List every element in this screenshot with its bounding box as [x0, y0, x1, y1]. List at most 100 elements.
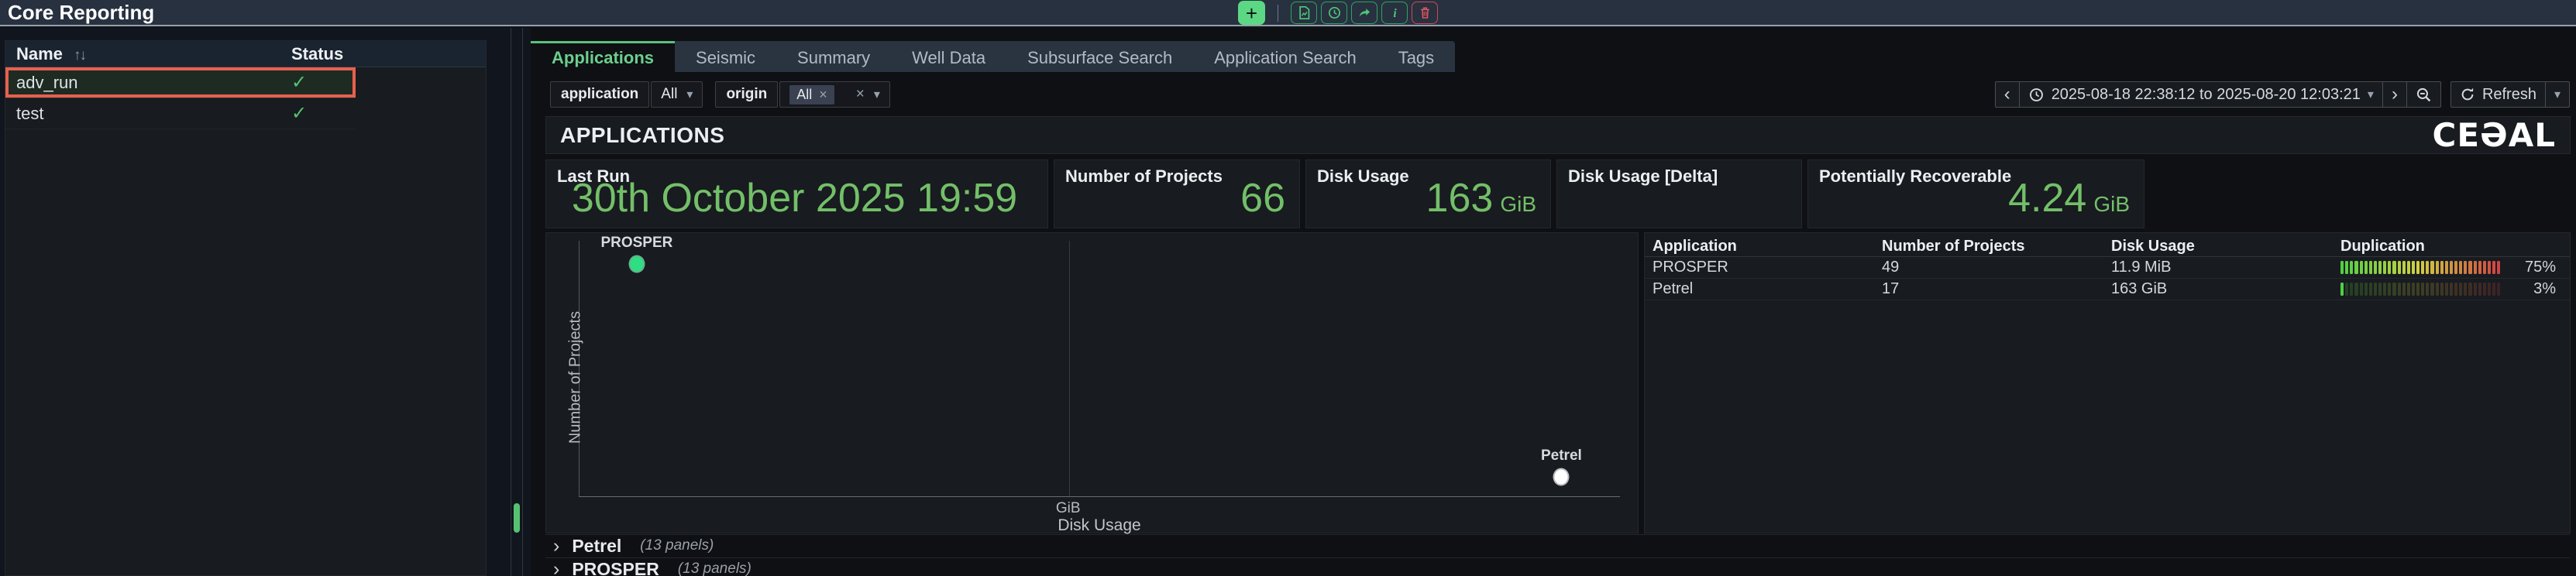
schedule-icon	[1327, 5, 1342, 20]
applications-title-panel: APPLICATIONS CEƏAL	[545, 116, 2571, 154]
gauge-segment	[2374, 261, 2377, 274]
cell-number-of-projects: 49	[1882, 259, 2111, 276]
gauge-segment	[2430, 283, 2433, 296]
collapsed-row-title: PROSPER	[572, 559, 659, 576]
gauge-segment	[2388, 283, 2391, 296]
time-range-forward-button[interactable]: ›	[2382, 81, 2407, 108]
column-header-status[interactable]: Status	[291, 44, 345, 64]
stat-panel-1: Number of Projects66	[1054, 159, 1300, 228]
stat-panel-2: Disk Usage163GiB	[1305, 159, 1551, 228]
cell-number-of-projects: 17	[1882, 280, 2111, 298]
remove-tag-icon[interactable]: ×	[819, 87, 827, 103]
filter-origin-tag[interactable]: All ×	[789, 85, 834, 105]
zoom-out-icon	[2416, 87, 2432, 103]
gauge-segment	[2369, 283, 2372, 296]
gauge-segment	[2468, 261, 2471, 274]
cell-duplication: 75%	[2340, 259, 2562, 276]
time-controls: ‹ 2025-08-18 22:38:12 to 2025-08-20 12:0…	[1995, 81, 2570, 108]
gauge-segment	[2421, 261, 2424, 274]
share-button[interactable]	[1351, 2, 1377, 24]
tab-applications[interactable]: Applications	[531, 41, 675, 72]
gauge-segment	[2454, 261, 2457, 274]
gauge-segment	[2345, 283, 2348, 296]
gauge-segment	[2412, 261, 2415, 274]
report-row-test[interactable]: test✓	[5, 98, 356, 129]
stat-panel-3: Disk Usage [Delta]	[1556, 159, 1802, 228]
refresh-button[interactable]: Refresh	[2450, 81, 2546, 108]
duplication-gauge	[2340, 283, 2500, 296]
info-button[interactable]: i	[1381, 2, 1408, 24]
gauge-segment	[2421, 283, 2424, 296]
sort-icon[interactable]: ↑↓	[74, 47, 85, 63]
tab-subsurface-search[interactable]: Subsurface Search	[1006, 41, 1193, 72]
tab-summary[interactable]: Summary	[776, 41, 891, 72]
stats-row: Last Run30th October 2025 19:59Number of…	[545, 159, 2144, 228]
refresh-interval-button[interactable]: ▾	[2545, 81, 2570, 108]
column-header-name[interactable]: Name ↑↓	[16, 44, 291, 64]
chevron-down-icon: ▾	[874, 87, 880, 102]
gauge-segment	[2497, 261, 2500, 274]
gauge-segment	[2440, 261, 2444, 274]
gauge-segment	[2398, 261, 2401, 274]
report-list-rows: adv_run✓test✓	[5, 67, 486, 129]
clear-all-icon[interactable]: ×	[856, 86, 865, 103]
scatter-point-label: PROSPER	[600, 235, 672, 252]
header-action-buttons: i	[1291, 2, 1438, 24]
delete-button[interactable]	[1412, 2, 1438, 24]
gauge-segment	[2483, 261, 2486, 274]
scatter-point-prosper[interactable]	[628, 255, 645, 273]
report-icon	[1297, 5, 1312, 20]
collapsed-row-title: Petrel	[572, 536, 621, 557]
gauge-segment	[2468, 283, 2471, 296]
collapsed-row-prosper[interactable]: ›PROSPER(13 panels)	[545, 557, 2570, 576]
report-row-adv_run[interactable]: adv_run✓	[5, 67, 356, 98]
applications-table-rows: PROSPER4911.9 MiB75%Petrel17163 GiB3%	[1645, 257, 2570, 300]
gauge-segment	[2392, 261, 2395, 274]
gauge-segment	[2412, 283, 2415, 296]
applications-table-header: ApplicationNumber of ProjectsDisk UsageD…	[1645, 236, 2570, 257]
applications-table-panel: ApplicationNumber of ProjectsDisk UsageD…	[1644, 232, 2571, 533]
splitter-track-right	[522, 28, 523, 576]
schedule-button[interactable]	[1321, 2, 1347, 24]
tab-seismic[interactable]: Seismic	[675, 41, 776, 72]
report-button[interactable]	[1291, 2, 1317, 24]
filter-origin-select[interactable]: All × × ▾	[779, 81, 890, 108]
gauge-segment	[2378, 283, 2382, 296]
delete-icon	[1418, 5, 1432, 20]
cell-application: PROSPER	[1653, 259, 1882, 276]
gauge-segment	[2459, 283, 2462, 296]
panel-title: APPLICATIONS	[560, 123, 724, 148]
time-range-back-button[interactable]: ‹	[1995, 81, 2020, 108]
filter-application-select[interactable]: All ▾	[651, 81, 703, 108]
gauge-segment	[2350, 261, 2353, 274]
app-header: Core Reporting + i	[0, 0, 2576, 26]
stat-number: 4.24	[2008, 176, 2086, 221]
gauge-segment	[2374, 283, 2377, 296]
gauge-segment	[2345, 261, 2348, 274]
pane-splitter-handle[interactable]	[514, 503, 520, 533]
time-range-picker-button[interactable]: 2025-08-18 22:38:12 to 2025-08-20 12:03:…	[2019, 81, 2383, 108]
stat-value: 4.24GiB	[1818, 175, 2130, 221]
gauge-segment	[2436, 261, 2439, 274]
tab-tags[interactable]: Tags	[1377, 41, 1455, 72]
stat-unit: GiB	[1500, 192, 1536, 216]
tab-application-search[interactable]: Application Search	[1193, 41, 1377, 72]
report-row-name: test	[16, 104, 291, 124]
collapsed-row-petrel[interactable]: ›Petrel(13 panels)	[545, 534, 2570, 557]
gauge-segment	[2450, 261, 2453, 274]
gauge-segment	[2383, 261, 2386, 274]
filter-row: application All ▾ origin All × × ▾	[550, 81, 890, 108]
gauge-segment	[2478, 261, 2481, 274]
zoom-out-time-button[interactable]	[2406, 81, 2441, 108]
gauge-segment	[2354, 261, 2358, 274]
report-list-header: Name ↑↓ Status	[5, 41, 486, 67]
share-icon	[1357, 5, 1372, 20]
page-title: Core Reporting	[8, 0, 154, 25]
tab-well-data[interactable]: Well Data	[891, 41, 1006, 72]
scatter-point-petrel[interactable]	[1553, 468, 1570, 485]
stat-number: 30th October 2025 19:59	[572, 176, 1017, 221]
add-button[interactable]: +	[1238, 1, 1265, 25]
gauge-segment	[2388, 261, 2391, 274]
cell-duplication: 3%	[2340, 280, 2562, 298]
status-check-icon: ✓	[291, 71, 345, 94]
